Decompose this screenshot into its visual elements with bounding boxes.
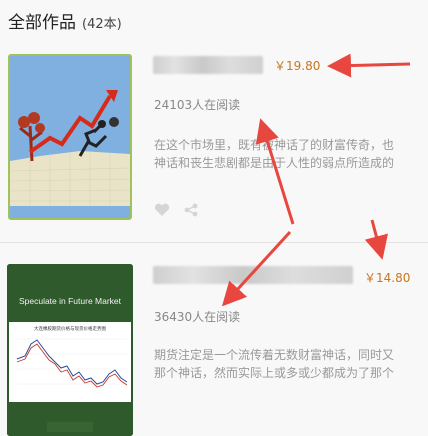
page-title: 全部作品 bbox=[8, 13, 76, 33]
book-item[interactable]: Speculate in Future Market 大连橡胶期货价格与现货价格… bbox=[0, 262, 428, 436]
works-count: (42本) bbox=[82, 17, 122, 32]
reader-count: 24103人在阅读 bbox=[154, 98, 241, 112]
book-title-blurred[interactable] bbox=[153, 266, 353, 284]
description-line: 神话和丧生悲剧都是由于人性的弱点所造成的 bbox=[154, 156, 395, 170]
book-item[interactable]: ￥19.80 24103人在阅读 在这个市场里，既有被神话了的财富传奇，也 神话… bbox=[0, 46, 428, 236]
book-price: ￥19.80 bbox=[274, 59, 321, 73]
book-title-blurred[interactable] bbox=[153, 56, 263, 74]
cover-chart-title: 大连橡胶期货价格与现货价格走势图 bbox=[34, 325, 106, 332]
book-cover[interactable] bbox=[8, 54, 132, 220]
book-actions bbox=[154, 203, 198, 217]
item-divider bbox=[0, 242, 428, 243]
book-cover[interactable]: Speculate in Future Market 大连橡胶期货价格与现货价格… bbox=[7, 264, 133, 436]
description-line: 那个神话，然而实际上或多或少都成为了那个 bbox=[154, 366, 395, 380]
cover-illustration bbox=[10, 56, 130, 218]
book-description: 在这个市场里，既有被神话了的财富传奇，也 神话和丧生悲剧都是由于人性的弱点所造成… bbox=[154, 136, 394, 172]
share-icon[interactable] bbox=[184, 203, 198, 217]
cover-illustration: Speculate in Future Market 大连橡胶期货价格与现货价格… bbox=[7, 264, 133, 436]
description-line: 期货注定是一个流传着无数财富神话，同时又 bbox=[154, 348, 395, 362]
description-line: 在这个市场里，既有被神话了的财富传奇，也 bbox=[154, 138, 395, 152]
book-description: 期货注定是一个流传着无数财富神话，同时又 那个神话，然而实际上或多或少都成为了那… bbox=[154, 346, 394, 382]
reader-count: 36430人在阅读 bbox=[154, 310, 241, 324]
cover-title: Speculate in Future Market bbox=[19, 296, 122, 306]
works-header: 全部作品 (42本) bbox=[8, 8, 122, 33]
heart-icon[interactable] bbox=[154, 203, 170, 217]
book-price: ￥14.80 bbox=[364, 271, 411, 285]
